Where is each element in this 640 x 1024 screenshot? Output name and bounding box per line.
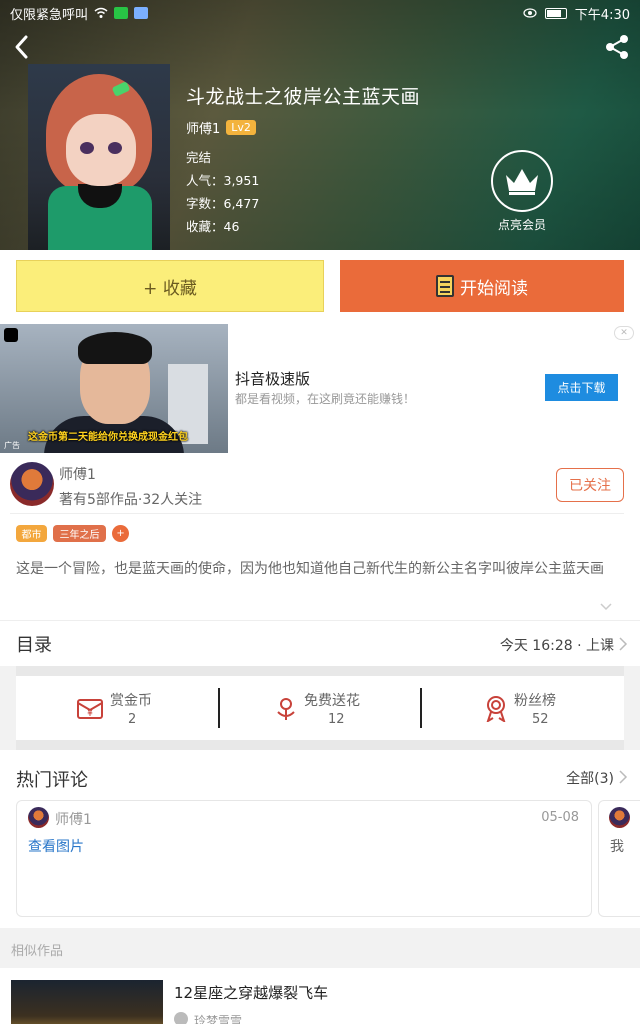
clock: 下午4:30: [574, 7, 630, 23]
free-flowers-stat[interactable]: 免费送花 12: [220, 676, 422, 740]
share-icon[interactable]: [602, 32, 632, 62]
ad-close-icon[interactable]: ✕: [614, 326, 634, 340]
view-image-link[interactable]: 查看图片: [28, 836, 84, 856]
similar-works-heading: 相似作品: [11, 944, 64, 959]
book-detail-screen: 仅限紧急呼叫 下午4:30 斗龙战士之彼岸公主蓝天画 师傅1 Lv2 完结 人气…: [0, 0, 640, 1024]
book-title: 斗龙战士之彼岸公主蓝天画: [186, 86, 421, 108]
section-separator: [16, 740, 624, 750]
tag-chip[interactable]: 都市: [16, 525, 47, 542]
rosette-icon: [486, 696, 506, 722]
eye-comfort-icon: [523, 8, 537, 18]
douyin-logo-icon: [4, 328, 18, 342]
book-word-count: 字数：6,477: [186, 196, 260, 211]
hot-comments-heading: 热门评论: [16, 770, 88, 791]
battery-icon: [544, 7, 567, 19]
add-tag-button[interactable]: +: [112, 525, 129, 542]
app-notification-icon: [134, 7, 149, 19]
book-icon: [436, 275, 454, 297]
commenter-avatar[interactable]: [609, 807, 630, 828]
crown-icon: [491, 150, 553, 212]
reward-coins-stat[interactable]: ¥ 赏金币 2: [16, 676, 218, 740]
book-favorites-count: 收藏：46: [186, 219, 240, 234]
section-separator: [16, 666, 624, 676]
ad-title: 抖音极速版: [235, 370, 311, 388]
all-comments-link[interactable]: 全部(3): [566, 768, 614, 788]
catalog-heading: 目录: [16, 635, 52, 656]
similar-work-item[interactable]: 12星座之穿越爆裂飞车 玲梦雪雪: [0, 968, 640, 1024]
ad-video-caption: 这金币第二天能给你兑换成现金红包: [28, 432, 188, 443]
similar-work-author: 玲梦雪雪: [194, 1014, 243, 1024]
latest-chapter: 今天 16:28 · 上课: [499, 638, 614, 654]
carrier-text: 仅限紧急呼叫: [10, 7, 89, 23]
svg-text:¥: ¥: [87, 709, 93, 719]
author-icon: [174, 1012, 188, 1024]
author-info-card: 师傅1 著有5部作品·32人关注 已关注 都市 三年之后 + 这是一个冒险，也是…: [0, 456, 640, 620]
author-avatar[interactable]: [10, 462, 54, 506]
back-arrow-icon[interactable]: [10, 34, 36, 60]
comment-snippet: 我: [610, 839, 624, 855]
chevron-right-icon[interactable]: [618, 770, 628, 784]
divider: [10, 513, 624, 514]
follow-button[interactable]: 已关注: [556, 468, 624, 502]
book-cover-image[interactable]: [28, 64, 170, 250]
similar-work-title: 12星座之穿越爆裂飞车: [174, 984, 329, 1002]
book-author-name[interactable]: 师傅1: [186, 118, 220, 137]
comment-card[interactable]: 师傅1 05-08 查看图片: [16, 800, 592, 917]
reward-coins-value: 2: [128, 712, 137, 727]
vip-member-button[interactable]: 点亮会员: [490, 150, 554, 233]
chevron-right-icon: [619, 637, 628, 651]
free-flowers-value: 12: [328, 712, 345, 727]
support-stats-row: ¥ 赏金币 2 免费送花 12 粉丝榜 52: [16, 676, 624, 740]
book-author-line: 师傅1 Lv2: [186, 118, 256, 137]
reward-coins-label: 赏金币: [110, 693, 152, 709]
ad-label: 广告: [4, 441, 20, 450]
commenter-name[interactable]: 师傅1: [55, 809, 92, 829]
book-description: 这是一个冒险，也是蓝天画的使命，因为他也知道他自己新代生的新公主名字叫彼岸公主蓝…: [16, 561, 604, 577]
fan-ranking-value: 52: [532, 712, 549, 727]
fan-ranking-stat[interactable]: 粉丝榜 52: [422, 676, 624, 740]
author-level-badge: Lv2: [226, 120, 256, 135]
free-flowers-label: 免费送花: [304, 693, 360, 709]
similar-work-cover[interactable]: [11, 980, 163, 1024]
author-name[interactable]: 师傅1: [59, 464, 96, 484]
ad-download-button[interactable]: 点击下载: [545, 374, 618, 401]
comment-card[interactable]: 我: [598, 800, 640, 917]
flower-icon: [277, 698, 295, 720]
status-bar: 仅限紧急呼叫 下午4:30: [0, 0, 640, 26]
ad-description: 都是看视频，在这刷竟还能赚钱！: [235, 392, 416, 406]
book-popularity: 人气：3,951: [186, 173, 260, 188]
catalog-row[interactable]: 目录 今天 16:28 · 上课: [0, 620, 640, 666]
wifi-icon: [94, 7, 108, 18]
hot-comments-section: 热门评论 全部(3) 师傅1 05-08 查看图片 我: [0, 750, 640, 928]
author-summary: 著有5部作品·32人关注: [59, 492, 203, 508]
book-status: 完结: [186, 150, 212, 165]
start-reading-button[interactable]: 开始阅读: [340, 260, 624, 312]
chevron-down-icon[interactable]: [600, 600, 612, 612]
coin-envelope-icon: ¥: [77, 699, 103, 719]
ad-banner[interactable]: 这金币第二天能给你兑换成现金红包 广告 抖音极速版 都是看视频，在这刷竟还能赚钱…: [0, 322, 640, 456]
action-bar: + 收藏 开始阅读: [0, 250, 640, 322]
commenter-avatar[interactable]: [28, 807, 49, 828]
fan-ranking-label: 粉丝榜: [514, 693, 556, 709]
start-reading-label: 开始阅读: [460, 278, 528, 299]
ad-video-thumbnail[interactable]: 这金币第二天能给你兑换成现金红包 广告: [0, 324, 228, 453]
tag-chip[interactable]: 三年之后: [53, 525, 106, 542]
wechat-notification-icon: [114, 7, 129, 19]
vip-member-label: 点亮会员: [497, 218, 546, 232]
add-to-favorites-button[interactable]: + 收藏: [16, 260, 324, 312]
comment-date: 05-08: [541, 810, 579, 825]
